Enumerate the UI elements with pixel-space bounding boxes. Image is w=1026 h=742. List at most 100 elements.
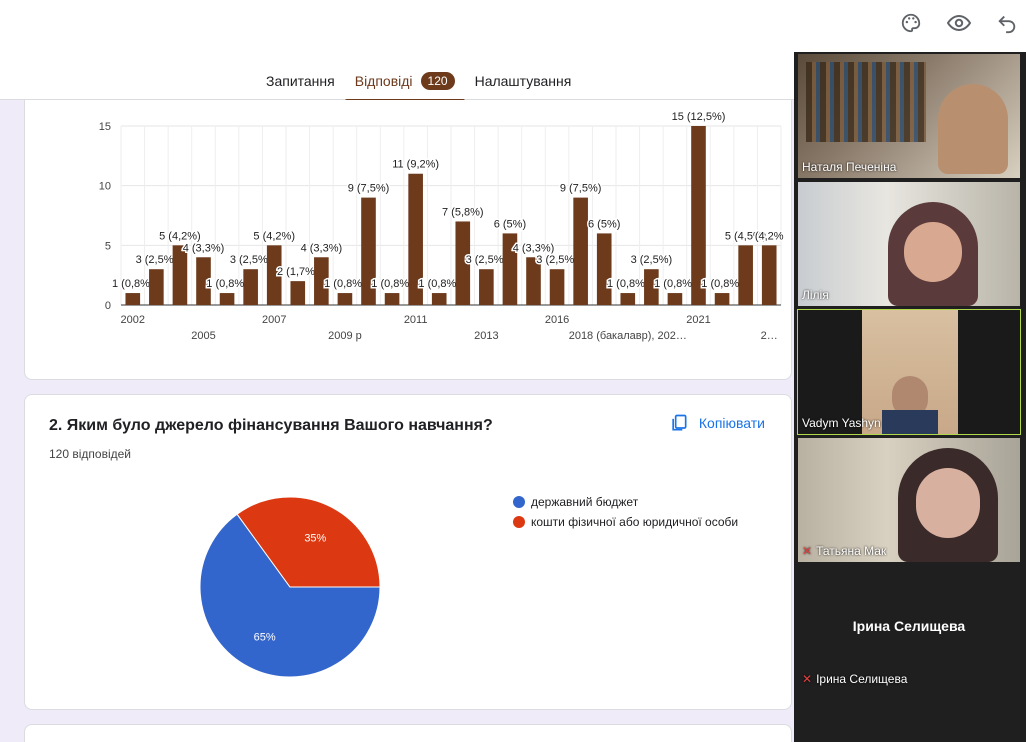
data-label: 1 (0,8%): [324, 278, 366, 290]
data-label: 1 (0,8%): [371, 278, 413, 290]
bar: [290, 281, 306, 305]
bar: [738, 245, 753, 305]
participant-name: ✕ Ірина Селищева: [802, 672, 907, 686]
data-label: 5 (4,2%): [253, 230, 295, 242]
bar: [667, 293, 683, 305]
undo-icon[interactable]: [994, 10, 1020, 36]
legend-item: державний бюджет: [513, 495, 738, 509]
video-tile[interactable]: ✕ Татьяна Мак: [798, 438, 1020, 562]
participant-name-label: Vadym Yashyn: [802, 416, 881, 430]
bar-chart: 0 5 10 15 1 (0,8%) 3 (2,5%) 5 (4,2%) 4 (3,3%) 1 …: [99, 110, 786, 343]
participant-shirt: [882, 410, 938, 434]
data-label: 11 (9,2%): [392, 159, 439, 171]
tab-label: Налаштування: [474, 73, 572, 89]
bar: [479, 269, 494, 305]
x-tick-label: 2021: [686, 314, 710, 326]
legend-swatch: [513, 496, 525, 508]
bar: [172, 245, 188, 305]
bar: [573, 197, 588, 305]
tab-label: Запитання: [266, 73, 335, 89]
bar: [384, 293, 400, 305]
data-label: 4 (3,3%): [513, 242, 555, 254]
participant-name: Vadym Yashyn: [802, 416, 881, 430]
y-tick-label: 5: [105, 240, 111, 252]
bar: [549, 269, 565, 305]
tab-settings[interactable]: Налаштування: [465, 66, 582, 102]
copy-label: Копіювати: [698, 415, 765, 431]
pie-legend: державний бюджет кошти фізичної або юрид…: [513, 495, 738, 535]
tab-bar: Запитання Відповіді 120 Налаштування: [256, 66, 581, 102]
x-tick-label: 2002: [121, 314, 145, 326]
data-label: 1 (0,8%): [701, 278, 743, 290]
data-label: (4,2%: [755, 230, 784, 242]
bar: [761, 245, 777, 305]
video-tile[interactable]: Наталя Печеніна: [798, 54, 1020, 178]
video-tile[interactable]: Ірина Селищева ✕ Ірина Селищева: [798, 566, 1020, 690]
data-label: 1 (0,8%): [607, 278, 649, 290]
data-label: 4 (3,3%): [183, 242, 225, 254]
data-label: 4 (3,3%): [301, 242, 343, 254]
data-label: 3 (2,5%): [230, 254, 272, 266]
data-label: 3 (2,5%): [536, 254, 578, 266]
response-count: 120 відповідей: [49, 447, 131, 461]
toolbar-icons: [898, 10, 1026, 36]
participant-name: Лілія: [802, 288, 829, 302]
participant-name: Наталя Печеніна: [802, 160, 896, 174]
copy-icon: [672, 414, 687, 431]
bar: [431, 293, 447, 305]
x-tick-label: 2…: [761, 330, 778, 342]
data-label: 9 (7,5%): [348, 183, 390, 195]
x-tick-label: 2013: [474, 330, 498, 342]
video-tile[interactable]: Vadym Yashyn: [797, 309, 1021, 435]
bar: [337, 293, 353, 305]
video-tile[interactable]: Лілія: [798, 182, 1020, 306]
palette-icon[interactable]: [898, 10, 924, 36]
participant-face: [904, 222, 962, 282]
data-label: 2 (1,7%): [277, 266, 319, 278]
legend-swatch: [513, 516, 525, 528]
legend-label: кошти фізичної або юридичної особи: [531, 515, 739, 529]
y-tick-label: 15: [99, 121, 111, 133]
data-label: 1 (0,8%): [418, 278, 460, 290]
tab-responses[interactable]: Відповіді 120: [344, 66, 465, 102]
x-tick-label: 2009 р: [328, 330, 362, 342]
x-tick-label: 2007: [262, 314, 286, 326]
video-call-panel: Наталя Печеніна Лілія Vadym Yashyn ✕ Тать…: [794, 52, 1026, 742]
data-label: 15 (12,5%): [672, 111, 726, 123]
bar: [596, 233, 612, 305]
data-label: 1 (0,8%): [206, 278, 248, 290]
y-tick-label: 0: [105, 300, 111, 312]
x-tick-label: 2016: [545, 314, 569, 326]
bar: [219, 293, 235, 305]
responses-count-badge: 120: [420, 72, 455, 90]
bookshelf-image: [806, 62, 926, 142]
slice-label: 65%: [254, 632, 276, 644]
legend-label: державний бюджет: [531, 495, 639, 509]
x-tick-label: 2011: [404, 314, 428, 326]
participant-title: Ірина Селищева: [852, 618, 966, 634]
participant-name-label: Лілія: [802, 288, 829, 302]
data-label: 1 (0,8%): [654, 278, 696, 290]
mic-off-icon: ✕: [802, 544, 813, 558]
x-tick-label: 2018 (бакалавр), 202…: [569, 330, 687, 342]
participant-name: ✕ Татьяна Мак: [802, 544, 886, 558]
data-label: 3 (2,5%): [136, 254, 178, 266]
data-label: 9 (7,5%): [560, 183, 602, 195]
question-card-funding: 2. Яким було джерело фінансування Вашого…: [24, 394, 792, 710]
bar: [243, 269, 258, 305]
slice-label: 35%: [304, 532, 326, 544]
bar: [620, 293, 636, 305]
participant-video: [938, 84, 1008, 174]
eye-icon[interactable]: [946, 10, 972, 36]
tab-label: Відповіді: [354, 73, 413, 89]
data-label: 3 (2,5%): [631, 254, 673, 266]
tab-questions[interactable]: Запитання: [256, 66, 345, 102]
bar: [714, 293, 730, 305]
legend-item: кошти фізичної або юридичної особи: [513, 515, 738, 529]
x-tick-label: 2005: [191, 330, 215, 342]
data-label: 1 (0,8%): [112, 278, 154, 290]
participant-name-label: Ірина Селищева: [816, 672, 908, 686]
question-card-next: [24, 724, 792, 742]
y-tick-label: 10: [99, 181, 111, 193]
copy-chart-button[interactable]: Копіювати: [669, 413, 765, 433]
